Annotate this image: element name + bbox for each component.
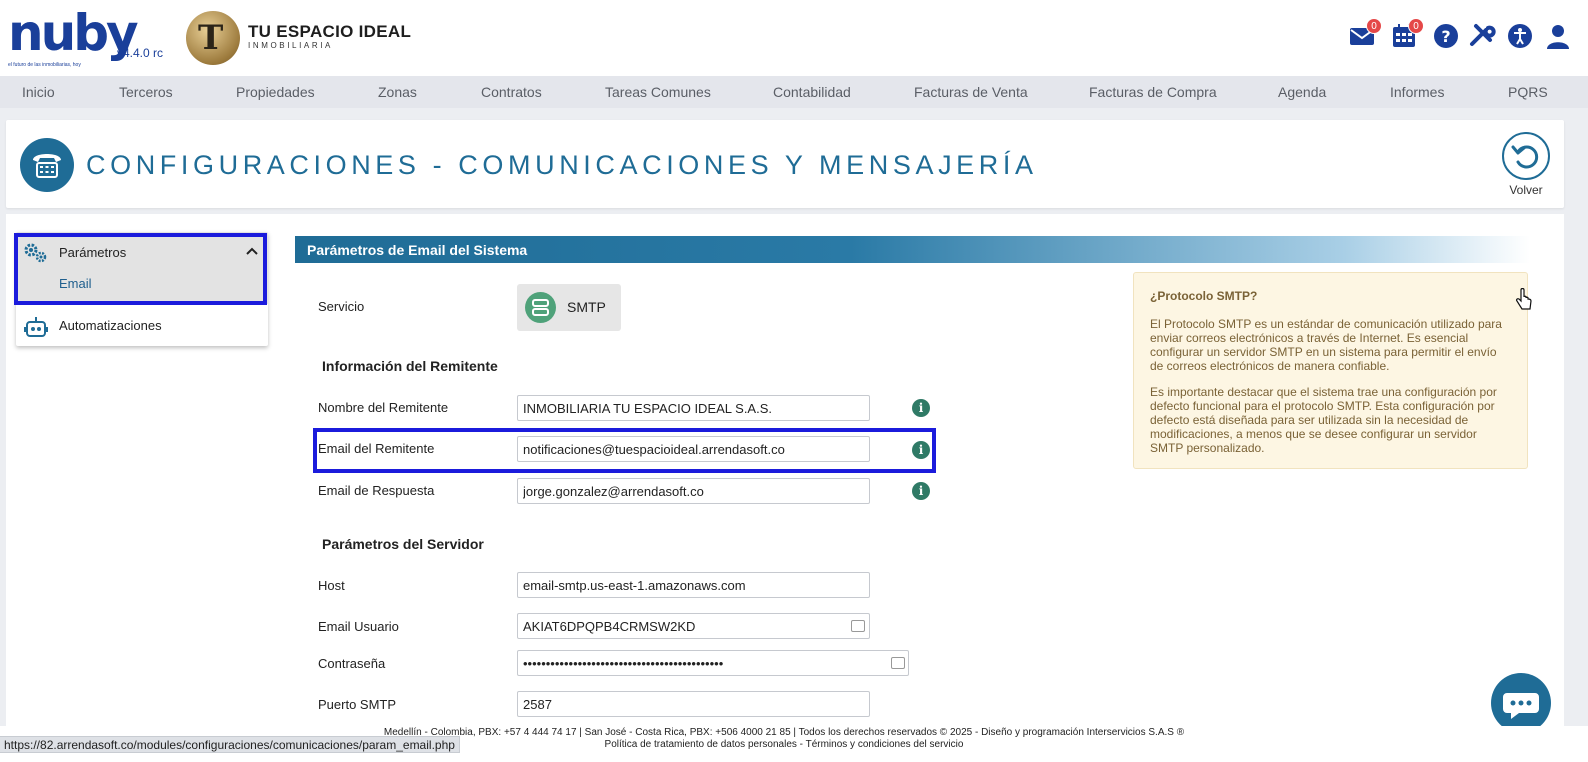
nav-item-informes[interactable]: Informes <box>1390 76 1444 108</box>
title-panel: CONFIGURACIONES - COMUNICACIONES Y MENSA… <box>6 120 1564 208</box>
server-section-title: Parámetros del Servidor <box>322 536 484 552</box>
nuby-logo[interactable]: nuby el futuro de las inmobiliarias, hoy <box>8 4 139 68</box>
sender-name-label: Nombre del Remitente <box>318 400 449 415</box>
port-input[interactable] <box>517 691 870 717</box>
chat-bubble-icon <box>1503 693 1539 719</box>
note-paragraph-1: El Protocolo SMTP es un estándar de comu… <box>1150 317 1502 373</box>
server-icon <box>525 292 556 323</box>
host-label: Host <box>318 578 345 593</box>
nav-item-pqrs[interactable]: PQRS <box>1508 76 1548 108</box>
back-button[interactable] <box>1502 132 1550 180</box>
nav-item-propiedades[interactable]: Propiedades <box>236 76 315 108</box>
section-header: Parámetros de Email del Sistema <box>295 236 1530 263</box>
main-nav: Inicio Terceros Propiedades Zonas Contra… <box>0 76 1588 108</box>
version-label: v4.4.0 rc <box>117 46 164 60</box>
nav-item-zonas[interactable]: Zonas <box>378 76 417 108</box>
brand-subtitle: INMOBILIARIA <box>248 41 333 50</box>
telephone-icon <box>20 138 74 192</box>
reply-email-label: Email de Respuesta <box>318 483 435 498</box>
logo-text: nuby <box>8 4 139 62</box>
undo-icon <box>1511 145 1539 169</box>
nav-item-inicio[interactable]: Inicio <box>22 76 55 108</box>
password-credential-icon[interactable] <box>891 657 905 669</box>
nav-item-tareas-comunes[interactable]: Tareas Comunes <box>605 76 711 108</box>
password-input[interactable] <box>517 650 909 676</box>
password-label: Contraseña <box>318 656 386 671</box>
reply-email-input[interactable] <box>517 478 870 504</box>
note-paragraph-2: Es importante destacar que el sistema tr… <box>1150 385 1497 455</box>
port-label: Puerto SMTP <box>318 697 397 712</box>
service-label: Servicio <box>318 299 365 314</box>
help-icon[interactable]: ? <box>1432 22 1460 50</box>
mail-badge: 0 <box>1366 18 1382 34</box>
note-title: ¿Protocolo SMTP? <box>1150 289 1258 303</box>
side-highlight-box <box>14 233 267 305</box>
status-bar-url: https://82.arrendasoft.co/modules/config… <box>0 736 460 753</box>
nav-item-terceros[interactable]: Terceros <box>119 76 173 108</box>
header-icons: 0 0 ? <box>1348 18 1588 54</box>
nav-item-facturas-venta[interactable]: Facturas de Venta <box>914 76 1028 108</box>
svg-text:?: ? <box>1441 27 1450 46</box>
accessibility-icon[interactable] <box>1506 22 1534 50</box>
reply-email-info-icon[interactable]: i <box>912 482 930 500</box>
top-header: nuby el futuro de las inmobiliarias, hoy… <box>0 0 1588 76</box>
sender-name-info-icon[interactable]: i <box>912 399 930 417</box>
smtp-service-button[interactable]: SMTP <box>517 284 621 331</box>
side-item-automatizaciones[interactable]: Automatizaciones <box>59 318 162 333</box>
brand-emblem-icon: T <box>186 11 240 65</box>
hand-cursor-icon <box>1515 287 1533 312</box>
user-icon[interactable] <box>1544 22 1572 50</box>
robot-icon <box>23 316 49 338</box>
user-label: Email Usuario <box>318 619 399 634</box>
email-highlight-box <box>313 428 936 473</box>
sender-section-title: Información del Remitente <box>322 358 498 374</box>
tools-icon[interactable] <box>1468 22 1496 50</box>
smtp-label: SMTP <box>567 299 606 315</box>
envelope-icon[interactable]: 0 <box>1348 18 1382 50</box>
page-title: CONFIGURACIONES - COMUNICACIONES Y MENSA… <box>86 150 1038 180</box>
brand-name: TU ESPACIO IDEAL <box>248 22 412 41</box>
sender-name-input[interactable] <box>517 395 870 421</box>
nav-item-contabilidad[interactable]: Contabilidad <box>773 76 851 108</box>
host-input[interactable] <box>517 572 870 598</box>
nav-item-contratos[interactable]: Contratos <box>481 76 542 108</box>
credential-icon[interactable] <box>851 620 865 632</box>
nav-item-facturas-compra[interactable]: Facturas de Compra <box>1089 76 1217 108</box>
section-title: Parámetros de Email del Sistema <box>307 242 528 258</box>
nav-item-agenda[interactable]: Agenda <box>1278 76 1326 108</box>
calendar-icon[interactable]: 0 <box>1390 18 1424 50</box>
chat-button[interactable] <box>1491 673 1551 733</box>
user-input[interactable] <box>517 613 870 639</box>
back-label[interactable]: Volver <box>1504 183 1548 197</box>
logo-tagline: el futuro de las inmobiliarias, hoy <box>8 62 81 68</box>
smtp-info-note: ¿Protocolo SMTP? El Protocolo SMTP es un… <box>1133 272 1528 469</box>
calendar-badge: 0 <box>1408 18 1424 34</box>
